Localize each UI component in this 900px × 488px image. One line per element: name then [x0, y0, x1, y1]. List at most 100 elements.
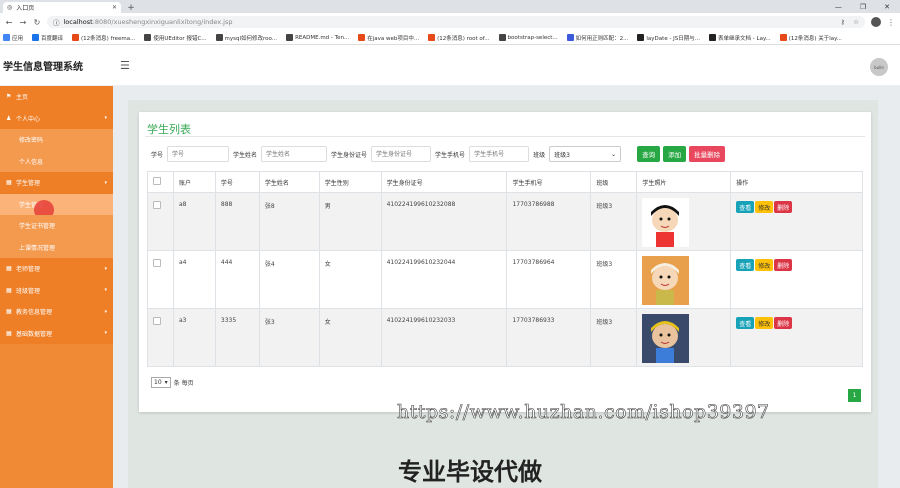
select-all-checkbox[interactable]: [153, 177, 161, 185]
class-select-value: 班级3: [554, 151, 570, 159]
cell-class: 班级3: [590, 192, 638, 251]
bookmark-item[interactable]: (12条消息) freema...: [72, 34, 135, 42]
table-row: a4 444 张4 女 410224199610232044 17703786964 班级3…: [147, 250, 863, 309]
bookmark-item[interactable]: mysql如何修改roo...: [215, 34, 277, 42]
student-phone-input[interactable]: [469, 146, 530, 162]
bookmark-item[interactable]: 在java web项目中...: [358, 34, 419, 42]
sidebar-item-7[interactable]: 上课情况管理: [0, 236, 113, 258]
bookmark-item[interactable]: 使用UEditor 报错C...: [144, 34, 207, 42]
sidebar-item-9[interactable]: ▦ 班级管理 ▾: [0, 279, 113, 301]
cell-actions: 查看 修改 删除: [730, 192, 863, 251]
sidebar-item-10[interactable]: ▦ 教务信息管理 ▾: [0, 301, 113, 323]
chevron-down-icon: ▾: [164, 379, 168, 386]
minimize-icon[interactable]: —: [835, 3, 842, 11]
title-divider: [145, 136, 865, 137]
sidebar: ⚑ 主页 ♟ 个人中心 ▾ 修改密码 个人信息 ▦ 学生管理 ▾ 学生管理 学生证书管理 上课情况管理 ▦…: [0, 86, 113, 488]
sidebar-item-label: 个人信息: [19, 158, 44, 166]
page-size-select[interactable]: 10 ▾: [151, 377, 171, 388]
view-button[interactable]: 查看: [736, 317, 755, 329]
sidebar-item-8[interactable]: ▦ 老师管理 ▾: [0, 258, 113, 280]
edit-button[interactable]: 修改: [755, 259, 774, 271]
url-path: :8080/xueshengxinxiguanlixitong/index.js…: [92, 18, 233, 26]
edit-button[interactable]: 修改: [755, 317, 774, 329]
bookmark-item[interactable]: README.md - Ten...: [286, 34, 349, 41]
address-toolbar: ← → ↻ ⓘ localhost:8080/xueshengxinxiguan…: [0, 13, 900, 31]
cell-class: 班级3: [590, 250, 638, 309]
maximize-icon[interactable]: ❐: [860, 3, 866, 11]
column-header: 学生照片: [636, 171, 732, 193]
page-number-button[interactable]: 1: [848, 389, 861, 402]
table-row: a8 888 张8 男 410224199610232088 17703786988 班级3…: [147, 192, 863, 251]
sidebar-item-6[interactable]: 学生证书管理: [0, 215, 113, 237]
address-bar[interactable]: ⓘ localhost:8080/xueshengxinxiguanlixito…: [47, 16, 865, 28]
view-button[interactable]: 查看: [736, 259, 755, 271]
row-select-cell: [147, 308, 174, 367]
column-header: 学生手机号: [506, 171, 592, 193]
sidebar-item-2[interactable]: 修改密码: [0, 129, 113, 151]
class-label: 班级: [533, 151, 546, 159]
page-size-value: 10: [154, 379, 162, 386]
avatar[interactable]: bulle: [870, 58, 888, 76]
student-name-input[interactable]: [261, 146, 328, 162]
key-icon[interactable]: ⚷: [840, 18, 845, 26]
forward-icon[interactable]: →: [19, 18, 27, 27]
star-icon[interactable]: ☆: [853, 18, 859, 26]
bookmark-item[interactable]: 如何用正则匹配：2...: [566, 34, 628, 42]
add-button[interactable]: 添加: [663, 146, 687, 162]
chevron-down-icon: ▾: [104, 265, 107, 272]
menu-icon[interactable]: ⋮: [887, 18, 895, 27]
bookmark-icon: [286, 34, 294, 41]
row-checkbox[interactable]: [153, 201, 161, 209]
student-list-panel: 学生列表 学号 学生姓名 学生身份证号 学生手机号 班级 班级3 ⌄ 查询 添加…: [139, 112, 871, 412]
bookmark-icon: [709, 34, 717, 41]
row-checkbox[interactable]: [153, 317, 161, 325]
sidebar-item-0[interactable]: ⚑ 主页: [0, 86, 113, 108]
query-button[interactable]: 查询: [637, 146, 661, 162]
sidebar-item-label: 学生证书管理: [19, 223, 56, 231]
student-no-input[interactable]: [167, 146, 230, 162]
student-id-input[interactable]: [371, 146, 432, 162]
info-icon[interactable]: ⓘ: [53, 17, 60, 27]
delete-button[interactable]: 删除: [774, 201, 793, 213]
sidebar-item-label: 基础数据管理: [16, 330, 53, 338]
cell-gender: 女: [318, 308, 382, 367]
bookmark-item[interactable]: (12条消息) 关于lay...: [779, 34, 842, 42]
sidebar-item-5[interactable]: 学生管理: [0, 193, 113, 220]
cell-account: a4: [172, 250, 216, 309]
page-size-suffix: 条 每页: [173, 380, 194, 387]
close-tab-icon[interactable]: ✕: [112, 4, 117, 11]
row-checkbox[interactable]: [153, 259, 161, 267]
cell-photo: [636, 250, 732, 309]
cell-name: 张4: [258, 250, 320, 309]
sidebar-item-4[interactable]: ▦ 学生管理 ▾: [0, 172, 113, 194]
reload-icon[interactable]: ↻: [33, 18, 41, 27]
bookmark-item[interactable]: layDate - JS日期与...: [637, 34, 700, 42]
bookmark-item[interactable]: bootstrap-select...: [498, 34, 558, 41]
bookmark-item[interactable]: 应用: [3, 34, 23, 42]
bookmark-item[interactable]: 百度翻译: [32, 34, 63, 42]
chevron-down-icon: ⌄: [611, 150, 617, 158]
bookmark-icon: [428, 34, 436, 41]
new-tab-button[interactable]: +: [124, 3, 138, 13]
edit-button[interactable]: 修改: [755, 201, 774, 213]
browser-tab[interactable]: ◎ 入口页 ✕: [3, 2, 121, 13]
sidebar-item-11[interactable]: ▦ 基础数据管理 ▾: [0, 322, 113, 344]
view-button[interactable]: 查看: [736, 201, 755, 213]
bookmark-item[interactable]: (12条消息) root of...: [428, 34, 490, 42]
profile-icon[interactable]: [871, 17, 881, 27]
row-select-cell: [147, 250, 174, 309]
delete-button[interactable]: 删除: [774, 317, 793, 329]
bookmark-item[interactable]: 表单继承文档 - Lay...: [709, 34, 771, 42]
sidebar-item-label: 教务信息管理: [16, 309, 53, 317]
class-select[interactable]: 班级3 ⌄: [549, 146, 622, 162]
sidebar-item-3[interactable]: 个人信息: [0, 150, 113, 172]
close-window-icon[interactable]: ✕: [884, 3, 890, 11]
pagination-size: 10 ▾ 条 每页: [151, 377, 194, 388]
cell-name: 张8: [258, 192, 320, 251]
delete-button[interactable]: 删除: [774, 259, 793, 271]
hamburger-icon[interactable]: ☰: [120, 59, 130, 72]
batch-delete-button[interactable]: 批量删除: [689, 146, 726, 162]
back-icon[interactable]: ←: [5, 18, 13, 27]
sidebar-item-1[interactable]: ♟ 个人中心 ▾: [0, 107, 113, 129]
cell-id: 410224199610232033: [380, 308, 508, 367]
